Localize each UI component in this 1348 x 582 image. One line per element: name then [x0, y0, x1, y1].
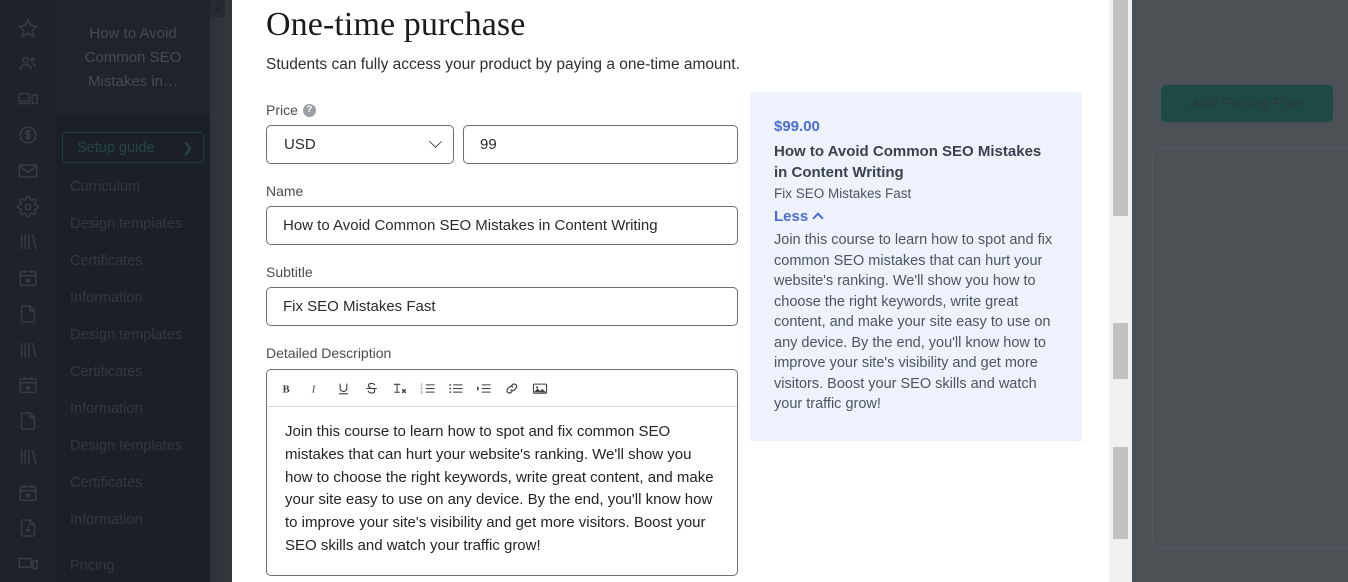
dollar-circle-icon[interactable]: [0, 117, 56, 153]
indent-icon[interactable]: [471, 376, 496, 401]
sidebar-item-setup-guide[interactable]: Setup guide ❯: [62, 132, 204, 163]
star-icon[interactable]: [0, 10, 56, 46]
calendar-icon[interactable]: [0, 260, 56, 296]
preview-description: Join this course to learn how to spot an…: [774, 232, 1053, 412]
sidebar-item-information-2[interactable]: Information: [56, 391, 210, 428]
editor-toolbar: B I 1 2 3: [267, 370, 737, 407]
devices-icon[interactable]: [0, 82, 56, 118]
envelope-icon[interactable]: [0, 153, 56, 189]
name-input-value: How to Avoid Common SEO Mistakes in Cont…: [283, 217, 658, 234]
monitor-icon[interactable]: [0, 546, 56, 582]
add-pricing-plan-button[interactable]: Add Pricing Plan: [1161, 85, 1333, 122]
modal-scrollbar-thumb-3[interactable]: [1113, 447, 1128, 539]
chevron-right-icon: ❯: [182, 139, 193, 155]
books-icon[interactable]: [0, 225, 56, 261]
calendar-icon-3[interactable]: [0, 475, 56, 511]
price-label-row: Price ?: [266, 102, 738, 118]
preview-price: $99.00: [774, 118, 820, 135]
rich-text-editor: B I 1 2 3 Join this course to learn how …: [266, 369, 738, 576]
chevron-up-icon: [812, 212, 824, 224]
one-time-purchase-modal: One-time purchase Students can fully acc…: [232, 0, 1132, 582]
modal-scrollbar-thumb-1[interactable]: [1113, 0, 1128, 216]
people-icon[interactable]: [0, 46, 56, 82]
background-pricing-panel: [1152, 148, 1348, 548]
currency-select[interactable]: USD: [266, 125, 454, 164]
price-label: Price: [266, 102, 298, 118]
sidebar-item-information-3[interactable]: Information: [56, 502, 210, 539]
subtitle-input[interactable]: Fix SEO Mistakes Fast: [266, 287, 738, 326]
ordered-list-icon[interactable]: 123: [415, 376, 440, 401]
currency-value: USD: [284, 136, 316, 153]
description-label: Detailed Description: [266, 345, 392, 361]
pricing-preview-card: $99.00 How to Avoid Common SEO Mistakes …: [750, 92, 1082, 441]
preview-subtitle: Fix SEO Mistakes Fast: [774, 186, 912, 201]
gear-icon[interactable]: [0, 189, 56, 225]
name-field-group: Name How to Avoid Common SEO Mistakes in…: [266, 183, 738, 245]
screen-root: Add Pricing Plan How to Avoid Common SEO…: [0, 0, 1348, 582]
sidebar-item-certificates-3[interactable]: Certificates: [56, 465, 210, 502]
page-title: One-time purchase: [266, 6, 526, 43]
price-row: USD 99: [266, 125, 738, 164]
chevron-down-icon: [429, 135, 442, 149]
modal-scrollbar[interactable]: [1109, 0, 1132, 582]
underline-icon[interactable]: [331, 376, 356, 401]
subtitle-label: Subtitle: [266, 264, 313, 280]
nav-scrollbar-thumb[interactable]: [210, 17, 225, 582]
svg-text:3: 3: [420, 389, 423, 394]
clear-format-icon[interactable]: [387, 376, 412, 401]
description-field-group: Detailed Description B I 1 2 3 Join this…: [266, 345, 738, 576]
subtitle-input-value: Fix SEO Mistakes Fast: [283, 298, 436, 315]
purchase-form: Price ? USD 99 Name How to Avoid Common …: [266, 102, 738, 576]
link-icon[interactable]: [499, 376, 524, 401]
help-circle-icon[interactable]: ?: [302, 103, 316, 117]
books-icon-2[interactable]: [0, 332, 56, 368]
sidebar-item-curriculum[interactable]: Curriculum: [56, 169, 210, 206]
sidebar-item-design-templates[interactable]: Design templates: [56, 206, 210, 243]
modal-scrollbar-thumb-2[interactable]: [1113, 323, 1128, 379]
scroll-up-button[interactable]: [210, 0, 225, 17]
subtitle-field-group: Subtitle Fix SEO Mistakes Fast: [266, 264, 738, 326]
name-label: Name: [266, 183, 304, 199]
sidebar-item-pricing[interactable]: Pricing: [56, 546, 210, 574]
description-editor-body[interactable]: Join this course to learn how to spot an…: [267, 407, 737, 575]
price-field-group: Price ? USD 99: [266, 102, 738, 164]
books-icon-3[interactable]: [0, 439, 56, 475]
svg-text:I: I: [311, 384, 316, 395]
price-amount-input[interactable]: 99: [463, 125, 738, 164]
sidebar-item-design-templates-3[interactable]: Design templates: [56, 428, 210, 465]
sidebar-item-design-templates-2[interactable]: Design templates: [56, 317, 210, 354]
page-download-icon[interactable]: [0, 511, 56, 547]
name-input[interactable]: How to Avoid Common SEO Mistakes in Cont…: [266, 206, 738, 245]
italic-icon[interactable]: I: [303, 376, 328, 401]
sidebar-item-certificates-2[interactable]: Certificates: [56, 354, 210, 391]
price-amount-value: 99: [480, 136, 497, 153]
image-icon[interactable]: [527, 376, 552, 401]
nav-scrollbar[interactable]: [210, 0, 225, 582]
icon-rail: [0, 0, 56, 582]
calendar-icon-2[interactable]: [0, 368, 56, 404]
modal-content: One-time purchase Students can fully acc…: [232, 0, 1132, 576]
preview-toggle-less[interactable]: Less: [774, 208, 1058, 225]
sidebar-item-information[interactable]: Information: [56, 280, 210, 317]
caret-up-icon: [213, 6, 222, 11]
page-icon-2[interactable]: [0, 403, 56, 439]
course-title: How to Avoid Common SEO Mistakes in…: [56, 0, 210, 114]
page-icon[interactable]: [0, 296, 56, 332]
sidebar-item-label: Setup guide: [77, 139, 155, 156]
nav-list: Setup guide ❯ Curriculum Design template…: [56, 114, 210, 574]
course-nav-panel: How to Avoid Common SEO Mistakes in… Set…: [56, 0, 210, 582]
bold-icon[interactable]: B: [275, 376, 300, 401]
preview-name: How to Avoid Common SEO Mistakes in Cont…: [774, 143, 1042, 181]
sidebar-item-certificates[interactable]: Certificates: [56, 243, 210, 280]
strikethrough-icon[interactable]: [359, 376, 384, 401]
svg-text:B: B: [283, 384, 290, 395]
unordered-list-icon[interactable]: [443, 376, 468, 401]
modal-subtitle: Students can fully access your product b…: [266, 56, 740, 73]
preview-toggle-label: Less: [774, 208, 809, 225]
